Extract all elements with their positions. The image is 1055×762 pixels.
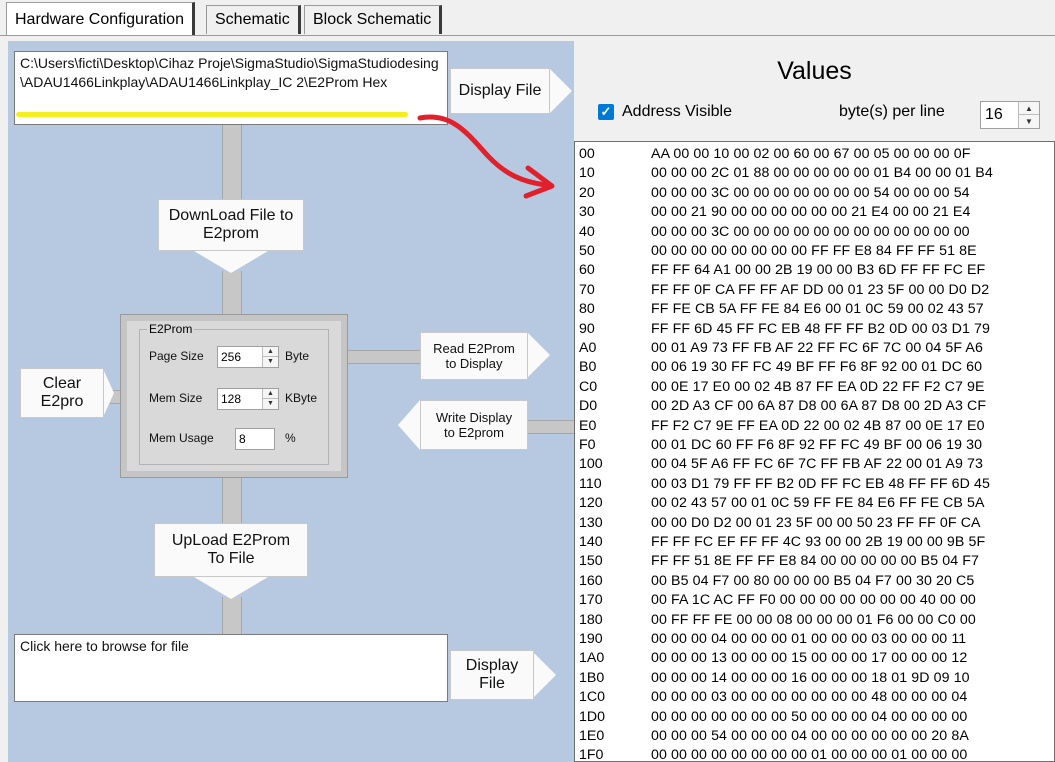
red-annotation-arrow-icon bbox=[417, 114, 555, 199]
